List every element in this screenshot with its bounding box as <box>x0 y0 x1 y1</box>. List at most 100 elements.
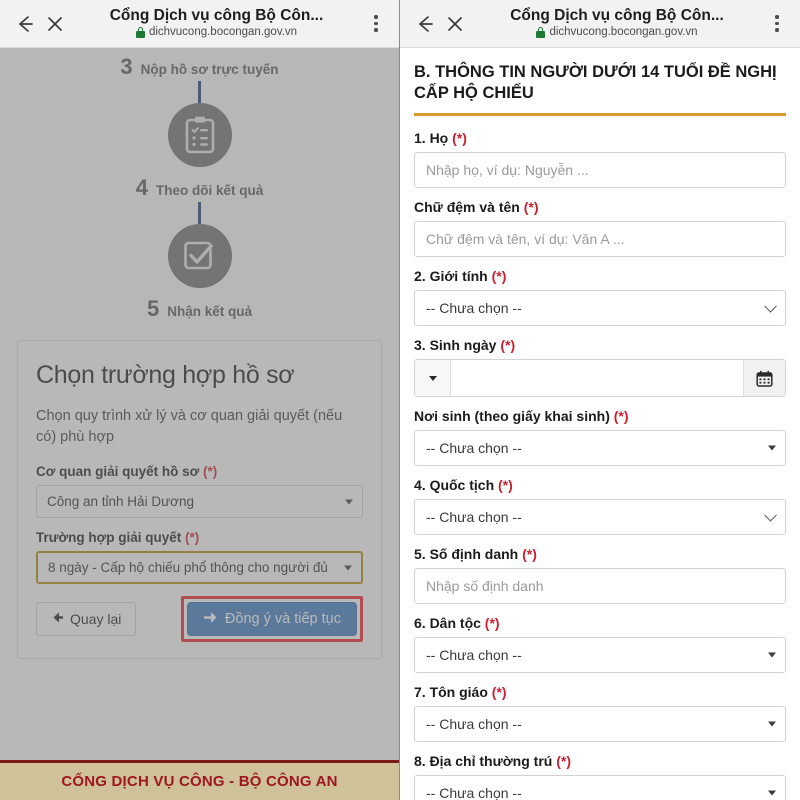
form-field: 5. Số định danh (*) Nhập số định danh <box>414 546 786 605</box>
url-text: dichvucong.bocongan.gov.vn <box>549 26 698 39</box>
select-dropdown[interactable]: -- Chưa chọn -- <box>414 290 786 327</box>
form-field: 1. Họ (*) Nhập họ, ví dụ: Nguyễn ... <box>414 130 786 189</box>
agency-label-text: Cơ quan giải quyết hồ sơ <box>36 464 200 480</box>
step-label: Theo dõi kết quả <box>155 183 264 198</box>
field-label-text: Chữ đệm và tên <box>414 199 520 216</box>
select-dropdown[interactable]: -- Chưa chọn -- <box>414 706 786 743</box>
kebab-menu-icon[interactable] <box>363 15 389 32</box>
back-arrow-icon[interactable] <box>410 9 440 39</box>
card-subtitle: Chọn quy trình xử lý và cơ quan giải quy… <box>36 408 343 446</box>
step-number: 3 <box>120 54 133 79</box>
select-dropdown[interactable]: -- Chưa chọn -- <box>414 430 786 467</box>
select-dropdown[interactable]: -- Chưa chọn -- <box>414 775 786 800</box>
step-label: Nộp hồ sơ trực tuyến <box>140 62 279 77</box>
chevron-down-icon <box>768 721 776 727</box>
left-page-content: 3 Nộp hồ sơ trực tuyến 4 Theo dõi kết qu… <box>0 48 399 800</box>
field-label-text: 4. Quốc tịch <box>414 477 495 494</box>
right-phone-panel: Cổng Dịch vụ công Bộ Côn... dichvucong.b… <box>400 0 800 800</box>
left-phone-panel: Cổng Dịch vụ công Bộ Côn... dichvucong.b… <box>0 0 400 800</box>
required-marker: (*) <box>480 615 500 632</box>
required-marker: (*) <box>185 530 200 546</box>
field-label: 7. Tôn giáo (*) <box>414 684 786 700</box>
card-actions: Quay lại Đồng ý và tiếp tục <box>36 596 363 643</box>
form-field: 4. Quốc tịch (*) -- Chưa chọn -- <box>414 477 786 536</box>
case-select[interactable]: 8 ngày - Cấp hộ chiếu phổ thông cho ngườ… <box>36 551 363 585</box>
date-preset-dropdown[interactable] <box>415 360 451 397</box>
field-label: 6. Dân tộc (*) <box>414 615 786 631</box>
browser-chrome-right: Cổng Dịch vụ công Bộ Côn... dichvucong.b… <box>400 0 800 48</box>
step-4-header: 4 Theo dõi kết quả <box>0 177 399 199</box>
url-text: dichvucong.bocongan.gov.vn <box>148 26 298 39</box>
close-icon[interactable] <box>440 9 470 39</box>
step-3-header: 3 Nộp hồ sơ trực tuyến <box>0 56 399 78</box>
select-value: -- Chưa chọn -- <box>426 440 522 457</box>
back-button[interactable]: Quay lại <box>36 602 137 637</box>
field-label-text: 6. Dân tộc <box>414 615 481 632</box>
page-title: Cổng Dịch vụ công Bộ Côn... <box>510 6 724 24</box>
field-label-text: 3. Sinh ngày <box>414 337 497 354</box>
url-bar[interactable]: dichvucong.bocongan.gov.vn <box>474 25 760 40</box>
back-arrow-icon[interactable] <box>10 9 40 39</box>
step-connector <box>198 81 201 103</box>
field-label: 1. Họ (*) <box>414 130 786 146</box>
field-label-text: 7. Tôn giáo <box>414 684 488 701</box>
step-5-header: 5 Nhận kết quả <box>0 298 399 320</box>
browser-chrome-left: Cổng Dịch vụ công Bộ Côn... dichvucong.b… <box>0 0 399 48</box>
process-steps: 3 Nộp hồ sơ trực tuyến 4 Theo dõi kết qu… <box>0 48 399 324</box>
close-icon[interactable] <box>40 9 70 39</box>
chevron-down-icon <box>764 509 777 522</box>
submit-button-label: Đồng ý và tiếp tục <box>224 611 341 628</box>
field-label: 8. Địa chỉ thường trú (*) <box>414 753 786 769</box>
chevron-down-icon <box>764 300 777 313</box>
required-marker: (*) <box>552 753 571 770</box>
browser-title-area[interactable]: Cổng Dịch vụ công Bộ Côn... dichvucong.b… <box>470 7 764 41</box>
select-value: -- Chưa chọn -- <box>426 716 522 733</box>
date-field[interactable] <box>414 359 786 398</box>
input-placeholder: Nhập họ, ví dụ: Nguyễn ... <box>426 162 589 179</box>
calendar-icon[interactable] <box>743 360 785 397</box>
agency-select[interactable]: Công an tỉnh Hải Dương <box>36 485 363 519</box>
form-field: 6. Dân tộc (*) -- Chưa chọn -- <box>414 615 786 674</box>
input-placeholder: Chữ đệm và tên, ví dụ: Văn A ... <box>426 231 625 248</box>
select-value: -- Chưa chọn -- <box>426 300 522 317</box>
text-input[interactable]: Chữ đệm và tên, ví dụ: Văn A ... <box>414 221 786 258</box>
required-marker: (*) <box>519 199 539 216</box>
kebab-menu-icon[interactable] <box>764 15 790 32</box>
url-bar[interactable]: dichvucong.bocongan.gov.vn <box>74 25 359 40</box>
case-selection-card: Chọn trường hợp hồ sơ Chọn quy trình xử … <box>17 340 382 660</box>
submit-continue-button[interactable]: Đồng ý và tiếp tục <box>186 602 357 637</box>
required-marker: (*) <box>487 268 507 285</box>
required-marker: (*) <box>494 477 513 494</box>
chevron-down-icon <box>428 375 437 381</box>
lock-icon <box>135 27 145 39</box>
date-text-input[interactable] <box>451 360 743 397</box>
field-label-text: 1. Họ <box>414 130 449 147</box>
back-button-label: Quay lại <box>70 611 122 628</box>
agency-label: Cơ quan giải quyết hồ sơ (*) <box>36 464 363 479</box>
step-number: 4 <box>135 175 148 200</box>
required-marker: (*) <box>448 130 467 147</box>
form-field: 3. Sinh ngày (*) <box>414 337 786 398</box>
screenshot-root: Cổng Dịch vụ công Bộ Côn... dichvucong.b… <box>0 0 800 800</box>
browser-title-area[interactable]: Cổng Dịch vụ công Bộ Côn... dichvucong.b… <box>70 7 363 41</box>
select-dropdown[interactable]: -- Chưa chọn -- <box>414 637 786 674</box>
arrow-right-icon <box>203 611 218 628</box>
text-input[interactable]: Nhập số định danh <box>414 568 786 605</box>
highlight-annotation: Đồng ý và tiếp tục <box>180 596 363 643</box>
form-field-list: 1. Họ (*) Nhập họ, ví dụ: Nguyễn ... Chữ đ… <box>414 130 786 800</box>
passport-form: B. THÔNG TIN NGƯỜI DƯỚI 14 TUỔI ĐỀ NGHỊ … <box>400 48 800 800</box>
select-dropdown[interactable]: -- Chưa chọn -- <box>414 499 786 536</box>
section-title: B. THÔNG TIN NGƯỜI DƯỚI 14 TUỔI ĐỀ NGHỊ … <box>414 63 777 103</box>
clipboard-checklist-icon <box>167 103 232 167</box>
case-label: Trường hợp giải quyết (*) <box>36 530 363 545</box>
chevron-down-icon <box>768 652 776 658</box>
input-placeholder: Nhập số định danh <box>426 578 544 595</box>
lock-icon <box>536 27 546 39</box>
field-label-text: 2. Giới tính <box>414 268 488 285</box>
form-field: 8. Địa chỉ thường trú (*) -- Chưa chọn -- <box>414 753 786 800</box>
text-input[interactable]: Nhập họ, ví dụ: Nguyễn ... <box>414 152 786 189</box>
page-title: Cổng Dịch vụ công Bộ Côn... <box>109 6 324 24</box>
form-field: Chữ đệm và tên (*) Chữ đệm và tên, ví dụ:… <box>414 199 786 258</box>
footer-text: CỔNG DỊCH VỤ CÔNG - BỘ CÔNG AN <box>61 773 338 790</box>
section-divider <box>414 113 786 117</box>
